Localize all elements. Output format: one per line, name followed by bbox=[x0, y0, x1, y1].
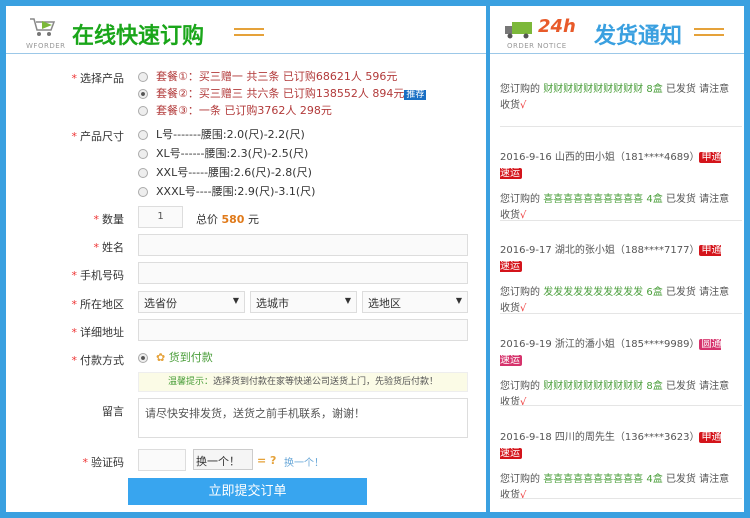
divider bbox=[500, 313, 742, 314]
divider bbox=[500, 220, 742, 221]
notice-item: 2016-9-16 山西的田小姐（181****4689） 申通速运 您订购的 喜… bbox=[500, 152, 730, 221]
qty-input[interactable]: 1 bbox=[138, 206, 183, 228]
captcha-image[interactable]: 换一个！ bbox=[193, 449, 253, 470]
region-label: * 所在地区 bbox=[71, 298, 125, 311]
message-textarea[interactable]: 请尽快安排发货，送货之前手机联系，谢谢！ bbox=[138, 398, 468, 438]
message-label: 留言 bbox=[102, 405, 124, 418]
shipping-notice-panel: 24h ORDER NOTICE 发货通知 您订购的 财财财财财财财财财财 8盒… bbox=[490, 6, 744, 512]
captcha-input[interactable] bbox=[138, 449, 186, 471]
product-option[interactable]: 套餐①：买三赠一 共三条 已订购68621人 596元 bbox=[138, 68, 397, 84]
divider bbox=[500, 498, 742, 499]
title-decoration bbox=[694, 28, 724, 36]
product-label: * 选择产品 bbox=[71, 72, 125, 85]
qty-label: * 数量 bbox=[93, 213, 125, 226]
size-option[interactable]: XXXL号----腰围:2.9(尺)-3.1(尺) bbox=[138, 183, 315, 199]
notice-item: 2016-9-17 湖北的张小姐（188****7177） 申通速运 您订购的 发… bbox=[500, 245, 730, 314]
notice-item: 2016-9-18 四川的周先生（136****3623） 申通速运 您订购的 喜… bbox=[500, 432, 730, 501]
notice-title: 发货通知 bbox=[594, 24, 683, 49]
product-option[interactable]: 套餐③：一条 已订购3762人 298元 bbox=[138, 102, 332, 118]
cart-icon bbox=[30, 18, 56, 36]
name-label: * 姓名 bbox=[93, 241, 125, 254]
order-panel: WFORDER 在线快速订购 * 选择产品 套餐①：买三赠一 共三条 已订购686… bbox=[6, 6, 486, 512]
cod-option[interactable]: ✿ 货到付款 bbox=[138, 349, 213, 365]
district-select[interactable]: 选地区 ▼ bbox=[362, 291, 468, 313]
city-select[interactable]: 选城市 ▼ bbox=[250, 291, 357, 313]
address-label: * 详细地址 bbox=[71, 326, 125, 339]
total-price: 总价 580 元 bbox=[196, 213, 259, 226]
captcha-refresh-link[interactable]: 换一个！ bbox=[284, 454, 324, 469]
name-input[interactable] bbox=[138, 234, 468, 256]
province-select[interactable]: 选省份 ▼ bbox=[138, 291, 245, 313]
phone-label: * 手机号码 bbox=[71, 269, 125, 282]
address-input[interactable] bbox=[138, 319, 468, 341]
title-decoration bbox=[234, 28, 264, 36]
logo-subtitle: ORDER NOTICE bbox=[507, 42, 567, 50]
truck-icon bbox=[505, 22, 532, 39]
page-title: 在线快速订购 bbox=[72, 24, 205, 49]
tip-box: 温馨提示：选择货到付款在家等快递公司送货上门，先验货后付款！ bbox=[138, 372, 468, 392]
captcha-label: * 验证码 bbox=[82, 456, 125, 469]
payment-label: * 付款方式 bbox=[71, 354, 125, 367]
divider bbox=[500, 126, 742, 127]
notice-header: 24h ORDER NOTICE 发货通知 bbox=[490, 6, 744, 54]
size-label: * 产品尺寸 bbox=[71, 130, 125, 143]
order-header: WFORDER 在线快速订购 bbox=[6, 6, 486, 54]
size-option[interactable]: XL号------腰围:2.3(尺)-2.5(尺) bbox=[138, 145, 308, 161]
logo-subtitle: WFORDER bbox=[26, 42, 66, 50]
notice-item: 2016-9-19 浙江的潘小姐（185****9989） 圆通速运 您订购的 财… bbox=[500, 339, 730, 408]
notice-item: 您订购的 财财财财财财财财财财 8盒 已发货 请注意 收货√ bbox=[500, 84, 730, 111]
cod-icon: ✿ bbox=[156, 351, 166, 364]
size-option[interactable]: L号-------腰围:2.0(尺)-2.2(尺) bbox=[138, 126, 305, 142]
product-option[interactable]: 套餐②：买三赠三 共六条 已订购138552人 894元 推荐 bbox=[138, 85, 427, 101]
divider bbox=[500, 405, 742, 406]
phone-input[interactable] bbox=[138, 262, 468, 284]
size-option[interactable]: XXL号-----腰围:2.6(尺)-2.8(尺) bbox=[138, 164, 312, 180]
submit-order-button[interactable]: 立即提交订单 bbox=[128, 478, 367, 505]
recommend-badge: 推荐 bbox=[404, 90, 427, 100]
24h-badge: 24h bbox=[538, 16, 576, 37]
captcha-equals: = ? bbox=[257, 454, 277, 467]
